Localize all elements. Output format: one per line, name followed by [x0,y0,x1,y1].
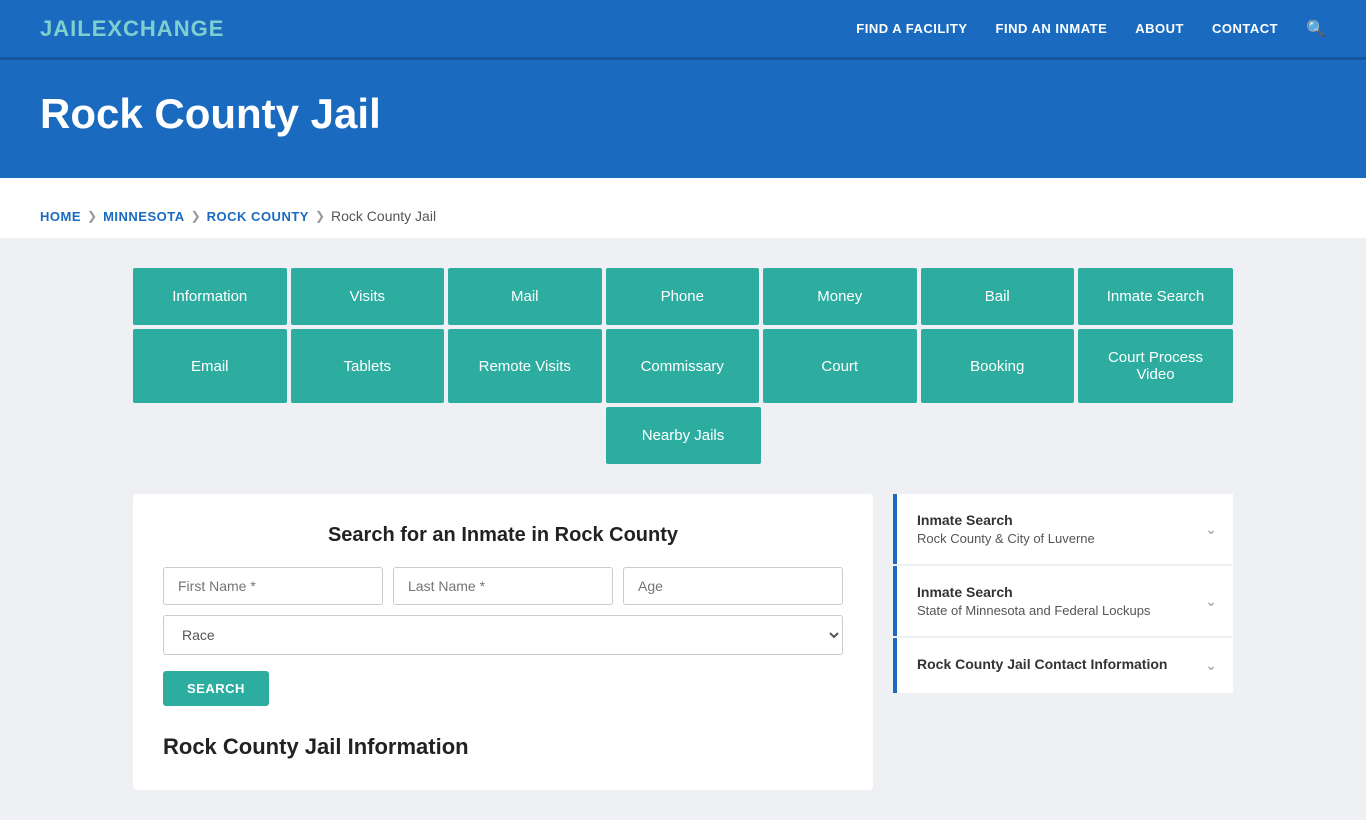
main-nav: FIND A FACILITY FIND AN INMATE ABOUT CON… [856,19,1326,39]
sidebar-item-1-text: Inmate Search Rock County & City of Luve… [917,512,1095,546]
btn-inmate-search[interactable]: Inmate Search [1078,268,1233,325]
sidebar-item-3-title: Rock County Jail Contact Information [917,656,1167,672]
nav-find-facility[interactable]: FIND A FACILITY [856,21,967,36]
btn-mail[interactable]: Mail [448,268,602,325]
btn-visits[interactable]: Visits [291,268,445,325]
page-title: Rock County Jail [40,90,1326,138]
nav-find-inmate[interactable]: FIND AN INMATE [996,21,1108,36]
sidebar-item-1-subtitle: Rock County & City of Luverne [917,531,1095,546]
chevron-down-icon-2: ⌄ [1205,593,1217,610]
search-fields-row: Race White Black Hispanic Asian Other [163,567,843,655]
breadcrumb-minnesota[interactable]: Minnesota [103,209,185,224]
inmate-search-form: Search for an Inmate in Rock County Race… [133,494,873,790]
sidebar-item-1-title: Inmate Search [917,512,1095,528]
nav-buttons-grid: Information Visits Mail Phone Money Bail… [133,268,1233,464]
sidebar-item-2-text: Inmate Search State of Minnesota and Fed… [917,584,1150,618]
search-form-title: Search for an Inmate in Rock County [163,524,843,547]
breadcrumb-container: Home ❯ Minnesota ❯ Rock County ❯ Rock Co… [0,178,1366,238]
btn-remote-visits[interactable]: Remote Visits [448,329,602,403]
breadcrumb-sep-3: ❯ [315,209,325,223]
sidebar-item-2-subtitle: State of Minnesota and Federal Lockups [917,603,1150,618]
last-name-input[interactable] [393,567,613,605]
logo-jail: JAIL [40,16,92,41]
btn-information[interactable]: Information [133,268,287,325]
breadcrumb: Home ❯ Minnesota ❯ Rock County ❯ Rock Co… [40,194,1326,238]
site-header: JAILEXCHANGE FIND A FACILITY FIND AN INM… [0,0,1366,60]
btn-court-process-video[interactable]: Court Process Video [1078,329,1233,403]
nav-contact[interactable]: CONTACT [1212,21,1278,36]
sidebar: Inmate Search Rock County & City of Luve… [893,494,1233,695]
btn-nearby-jails[interactable]: Nearby Jails [606,407,761,464]
bottom-section: Search for an Inmate in Rock County Race… [133,494,1233,790]
btn-bail[interactable]: Bail [921,268,1075,325]
breadcrumb-home[interactable]: Home [40,209,81,224]
btn-court[interactable]: Court [763,329,917,403]
sidebar-item-1[interactable]: Inmate Search Rock County & City of Luve… [893,494,1233,564]
site-logo[interactable]: JAILEXCHANGE [40,16,224,42]
breadcrumb-current: Rock County Jail [331,208,436,224]
age-input[interactable] [623,567,843,605]
breadcrumb-rock-county[interactable]: Rock County [207,209,309,224]
breadcrumb-sep-2: ❯ [191,209,201,223]
btn-money[interactable]: Money [763,268,917,325]
btn-tablets[interactable]: Tablets [291,329,445,403]
hero-banner: Rock County Jail [0,60,1366,178]
main-content: Information Visits Mail Phone Money Bail… [0,238,1366,820]
btn-booking[interactable]: Booking [921,329,1075,403]
sidebar-item-2[interactable]: Inmate Search State of Minnesota and Fed… [893,566,1233,636]
jail-info-section-title: Rock County Jail Information [163,734,843,760]
nav-about[interactable]: ABOUT [1135,21,1184,36]
search-icon[interactable]: 🔍 [1306,19,1326,39]
btn-email[interactable]: Email [133,329,287,403]
sidebar-item-3-text: Rock County Jail Contact Information [917,656,1167,675]
logo-exchange: EXCHANGE [92,16,225,41]
search-button[interactable]: SEARCH [163,671,269,706]
btn-phone[interactable]: Phone [606,268,760,325]
first-name-input[interactable] [163,567,383,605]
sidebar-item-3[interactable]: Rock County Jail Contact Information ⌄ [893,638,1233,693]
chevron-down-icon-3: ⌄ [1205,657,1217,674]
chevron-down-icon-1: ⌄ [1205,521,1217,538]
sidebar-item-2-title: Inmate Search [917,584,1150,600]
race-select[interactable]: Race White Black Hispanic Asian Other [163,615,843,655]
breadcrumb-sep-1: ❯ [87,209,97,223]
btn-commissary[interactable]: Commissary [606,329,760,403]
